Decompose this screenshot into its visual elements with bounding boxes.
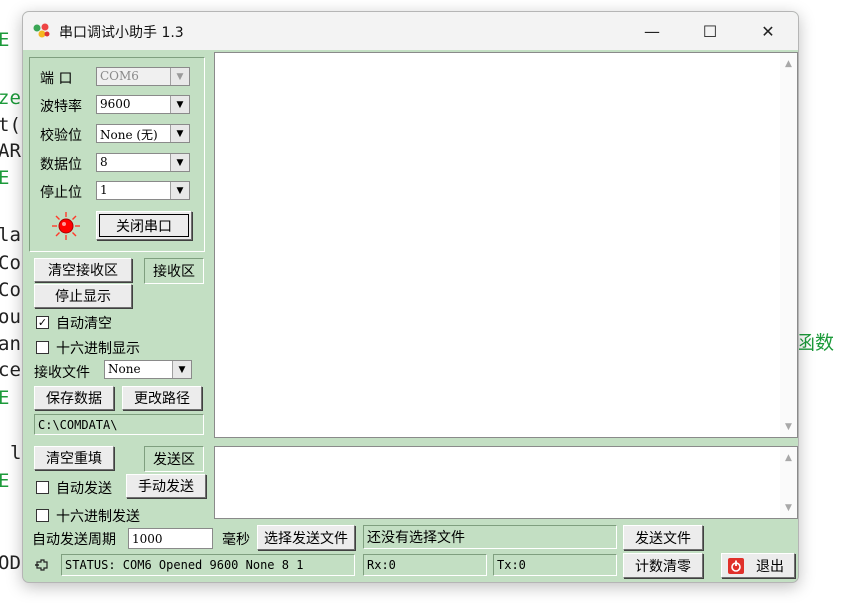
title-bar[interactable]: 串口调试小助手 1.3 — ☐ ✕ [23, 12, 798, 50]
auto-send-label: 自动发送 [56, 481, 112, 497]
receive-area-label: 接收区 [144, 258, 204, 284]
maximize-button[interactable]: ☐ [681, 12, 739, 50]
window-title: 串口调试小助手 1.3 [59, 25, 184, 41]
auto-clear-label: 自动清空 [56, 316, 112, 332]
code-line: an [0, 333, 21, 355]
port-select[interactable]: COM6 ▼ [96, 67, 190, 86]
code-line: Co [0, 279, 21, 301]
scroll-up-icon[interactable]: ▲ [780, 55, 797, 72]
chevron-down-icon: ▼ [172, 361, 191, 378]
save-data-button[interactable]: 保存数据 [34, 386, 114, 410]
receive-file-label: 接收文件 [34, 365, 90, 381]
code-line: ce [0, 359, 21, 381]
code-line: E [0, 167, 10, 189]
chevron-down-icon: ▼ [170, 68, 189, 85]
scroll-up-icon[interactable]: ▲ [780, 449, 797, 466]
receive-file-select[interactable]: None ▼ [104, 360, 192, 379]
hex-send-checkbox[interactable] [36, 509, 49, 522]
send-area-label: 发送区 [144, 446, 204, 472]
port-status-indicator-icon [52, 212, 80, 240]
code-line: E [0, 470, 10, 492]
send-period-input[interactable]: 1000 [128, 528, 213, 549]
stopbits-label: 停止位 [40, 185, 82, 201]
baud-select[interactable]: 9600 ▼ [96, 95, 190, 114]
background-text: 函数 [796, 332, 835, 354]
code-line: t( [0, 114, 21, 136]
milliseconds-label: 毫秒 [222, 532, 250, 548]
port-label: 端 口 [40, 71, 73, 87]
databits-select[interactable]: 8 ▼ [96, 153, 190, 172]
check-icon: ✓ [37, 316, 48, 329]
clear-send-button[interactable]: 清空重填 [34, 446, 114, 470]
manual-send-button[interactable]: 手动发送 [126, 474, 206, 498]
stopbits-value: 1 [100, 183, 108, 197]
change-path-button[interactable]: 更改路径 [122, 386, 202, 410]
code-line: Co [0, 252, 21, 274]
code-line: l [10, 442, 22, 464]
close-port-button[interactable]: 关闭串口 [96, 211, 192, 240]
reset-count-button[interactable]: 计数清零 [623, 553, 703, 578]
parity-label: 校验位 [40, 128, 82, 144]
send-file-button[interactable]: 发送文件 [623, 525, 703, 550]
exit-button[interactable]: 退出 [721, 553, 795, 578]
send-file-status: 还没有选择文件 [363, 525, 617, 549]
chevron-down-icon: ▼ [170, 125, 189, 142]
exit-label: 退出 [756, 558, 784, 575]
databits-value: 8 [100, 155, 108, 169]
close-button[interactable]: ✕ [739, 12, 797, 50]
auto-send-checkbox[interactable] [36, 481, 49, 494]
stop-display-button[interactable]: 停止显示 [34, 284, 132, 308]
tx-count: Tx:0 [493, 554, 617, 576]
chevron-down-icon: ▼ [170, 154, 189, 171]
clear-receive-button[interactable]: 清空接收区 [34, 258, 132, 282]
send-scrollbar[interactable]: ▲ ▼ [780, 447, 797, 518]
scroll-down-icon[interactable]: ▼ [780, 499, 797, 516]
send-textarea[interactable]: ▲ ▼ [214, 446, 798, 519]
receive-textarea[interactable]: ▲ ▼ [214, 52, 798, 438]
code-line: la [0, 224, 21, 246]
code-line: AR [0, 140, 21, 162]
pin-icon[interactable] [35, 558, 51, 572]
select-send-file-button[interactable]: 选择发送文件 [257, 525, 355, 550]
hex-send-label: 十六进制发送 [56, 509, 140, 525]
baud-value: 9600 [100, 97, 131, 111]
code-line: ou [0, 306, 21, 328]
code-line: ze [0, 87, 21, 109]
hex-display-checkbox[interactable] [36, 341, 49, 354]
send-period-label: 自动发送周期 [32, 532, 116, 548]
save-path-field: C:\COMDATA\ [34, 414, 204, 435]
code-line: E [0, 387, 10, 409]
baud-label: 波特率 [40, 99, 82, 115]
hex-display-label: 十六进制显示 [56, 341, 140, 357]
serial-assistant-window: 串口调试小助手 1.3 — ☐ ✕ 端 口 COM6 ▼ 波特率 9600 ▼ … [22, 11, 799, 583]
power-icon [728, 557, 744, 574]
minimize-button[interactable]: — [623, 12, 681, 50]
rx-count: Rx:0 [363, 554, 487, 576]
code-line: E [0, 29, 10, 51]
databits-label: 数据位 [40, 157, 82, 173]
receive-scrollbar[interactable]: ▲ ▼ [780, 53, 797, 437]
scroll-down-icon[interactable]: ▼ [780, 418, 797, 435]
stopbits-select[interactable]: 1 ▼ [96, 181, 190, 200]
parity-select[interactable]: None (无) ▼ [96, 124, 190, 143]
code-line: OD [0, 552, 21, 574]
receive-file-value: None [108, 362, 141, 376]
auto-clear-checkbox[interactable]: ✓ [36, 316, 49, 329]
status-text: STATUS: COM6 Opened 9600 None 8 1 [61, 554, 355, 576]
parity-value: None (无) [100, 128, 158, 142]
chevron-down-icon: ▼ [170, 96, 189, 113]
app-icon [33, 23, 50, 38]
chevron-down-icon: ▼ [170, 182, 189, 199]
port-value: COM6 [100, 69, 139, 83]
